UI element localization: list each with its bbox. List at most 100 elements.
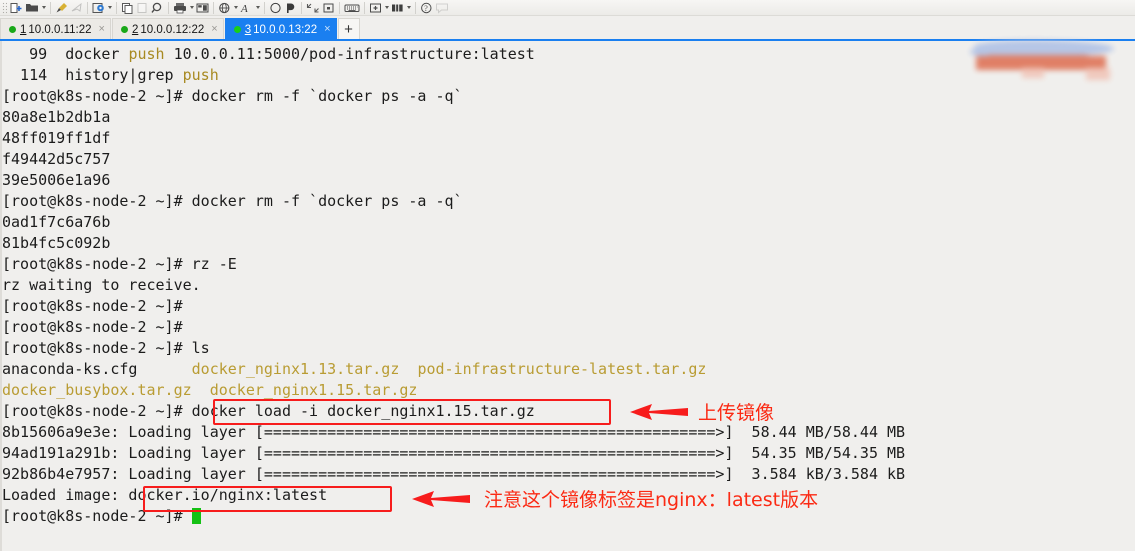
terminal-app-window: A ? 1 10.0.0.11:22 × 2 10.0.0.12:22 × 3 … (0, 0, 1135, 551)
terminal-span (192, 381, 210, 399)
tab-close-icon[interactable]: × (211, 24, 217, 35)
terminal-span: docker_busybox.tar.gz (2, 381, 192, 399)
toolbar-separator (415, 1, 416, 14)
terminal-span: 10.0.0.11:5000/pod-infrastructure:latest (164, 45, 535, 63)
tab-title-label: 10.0.0.12:22 (140, 23, 205, 36)
terminal-span: [root@k8s-node-2 ~]# (2, 318, 183, 336)
terminal-span: 8b15606a9e3e: Loading layer [===========… (2, 423, 906, 441)
terminal-line: 8b15606a9e3e: Loading layer [===========… (2, 422, 1135, 443)
terminal-line: f49442d5c757 (2, 149, 1135, 170)
open-folder-icon[interactable] (24, 0, 40, 15)
toolbar-separator (116, 1, 117, 14)
toolbar-separator (339, 1, 340, 14)
paint-brush-icon[interactable] (54, 0, 69, 15)
new-session-icon[interactable] (9, 0, 24, 15)
toolbar-drag-handle[interactable] (2, 1, 7, 14)
terminal-line: [root@k8s-node-2 ~]# docker load -i dock… (2, 401, 1135, 422)
font-icon[interactable]: A (239, 0, 254, 15)
session-tab-3[interactable]: 3 10.0.0.13:22 × (224, 18, 337, 40)
session-tab-bar: 1 10.0.0.11:22 × 2 10.0.0.12:22 × 3 10.0… (0, 16, 1135, 40)
keyboard-icon[interactable] (343, 0, 361, 15)
terminal-span (399, 360, 417, 378)
terminal-line: [root@k8s-node-2 ~]# rz -E (2, 254, 1135, 275)
copy-icon[interactable] (120, 0, 135, 15)
record-icon[interactable] (283, 0, 298, 15)
terminal-span: [root@k8s-node-2 ~]# rz -E (2, 255, 237, 273)
terminal-span: 48ff019ff1df (2, 129, 111, 147)
terminal-line: 99 docker push 10.0.0.11:5000/pod-infras… (2, 44, 1135, 65)
tab-close-icon[interactable]: × (99, 24, 105, 35)
open-folder-chevron-down-icon[interactable] (40, 0, 47, 15)
terminal-line: docker_busybox.tar.gz docker_nginx1.15.t… (2, 380, 1135, 401)
terminal-line: [root@k8s-node-2 ~]# docker rm -f `docke… (2, 191, 1135, 212)
settings-gear-icon[interactable] (91, 0, 106, 15)
terminal-line: 80a8e1b2db1a (2, 107, 1135, 128)
settings-chevron-down-icon[interactable] (106, 0, 113, 15)
terminal-span: anaconda-ks.cfg (2, 360, 192, 378)
annotation-arrow-left-icon (628, 401, 690, 428)
terminal-line: 114 history|grep push (2, 65, 1135, 86)
terminal-span: [root@k8s-node-2 ~]# ls (2, 339, 210, 357)
add-panel-icon[interactable] (368, 0, 383, 15)
split-view-icon[interactable] (390, 0, 405, 15)
terminal-line: 48ff019ff1df (2, 128, 1135, 149)
terminal-span: 80a8e1b2db1a (2, 108, 111, 126)
resize-icon[interactable] (305, 0, 321, 15)
fullscreen-icon[interactable] (321, 0, 336, 15)
terminal-span: pod-infrastructure-latest.tar.gz (417, 360, 707, 378)
globe-chevron-down-icon[interactable] (232, 0, 239, 15)
terminal-span: [root@k8s-node-2 ~]# (2, 507, 192, 525)
terminal-output-pane[interactable]: 99 docker push 10.0.0.11:5000/pod-infras… (0, 41, 1135, 551)
layout-icon[interactable] (195, 0, 210, 15)
session-tab-1[interactable]: 1 10.0.0.11:22 × (0, 18, 111, 40)
toolbar-separator (301, 1, 302, 14)
annotation-note-image-tag: 注意这个镜像标签是nginx：latest版本 (484, 489, 819, 511)
toolbar-separator (87, 1, 88, 14)
tab-close-icon[interactable]: × (324, 24, 330, 35)
terminal-span: 39e5006e1a96 (2, 171, 111, 189)
print-icon[interactable] (172, 0, 188, 15)
help-icon[interactable]: ? (419, 0, 434, 15)
terminal-line: anaconda-ks.cfg docker_nginx1.13.tar.gz … (2, 359, 1135, 380)
terminal-span: 81b4fc5c092b (2, 234, 111, 252)
annotation-note-upload-image: 上传镜像 (698, 402, 775, 424)
toolbar-separator (50, 1, 51, 14)
terminal-cursor (191, 508, 201, 524)
terminal-line: rz waiting to receive. (2, 275, 1135, 296)
terminal-left-edge (0, 41, 2, 551)
annotation-arrow-left-icon (410, 488, 472, 515)
terminal-line: 81b4fc5c092b (2, 233, 1135, 254)
split-view-chevron-down-icon[interactable] (405, 0, 412, 15)
terminal-span: 99 docker (2, 45, 129, 63)
terminal-span: push (128, 45, 165, 63)
new-tab-button[interactable]: + (337, 18, 360, 40)
terminal-span: [root@k8s-node-2 ~]# docker load -i dock… (2, 402, 535, 420)
terminal-span: [root@k8s-node-2 ~]# docker rm -f `docke… (2, 87, 463, 105)
connect-icon (69, 0, 84, 15)
terminal-line: [root@k8s-node-2 ~]# (2, 317, 1135, 338)
toolbar-separator (213, 1, 214, 14)
tab-index-label: 3 (244, 23, 252, 36)
add-panel-chevron-down-icon[interactable] (383, 0, 390, 15)
session-tab-2[interactable]: 2 10.0.0.12:22 × (111, 18, 224, 40)
terminal-line: 0ad1f7c6a76b (2, 212, 1135, 233)
log-icon[interactable] (268, 0, 283, 15)
globe-icon[interactable] (217, 0, 232, 15)
tab-status-dot-icon (233, 26, 241, 33)
terminal-line: [root@k8s-node-2 ~]# docker rm -f `docke… (2, 86, 1135, 107)
toolbar-separator (264, 1, 265, 14)
terminal-line: 39e5006e1a96 (2, 170, 1135, 191)
tab-index-label: 2 (131, 23, 139, 36)
terminal-span: 92b86b4e7957: Loading layer [===========… (2, 465, 906, 483)
search-icon[interactable] (150, 0, 165, 15)
svg-text:?: ? (424, 4, 428, 13)
font-chevron-down-icon[interactable] (254, 0, 261, 15)
tab-status-dot-icon (9, 26, 16, 33)
terminal-line: 94ad191a291b: Loading layer [===========… (2, 443, 1135, 464)
terminal-span: f49442d5c757 (2, 150, 111, 168)
terminal-text: 99 docker push 10.0.0.11:5000/pod-infras… (2, 44, 1135, 527)
terminal-span: 0ad1f7c6a76b (2, 213, 111, 231)
print-chevron-down-icon[interactable] (188, 0, 195, 15)
redacted-watermark (970, 38, 1122, 86)
tab-title-label: 10.0.0.11:22 (28, 23, 92, 36)
